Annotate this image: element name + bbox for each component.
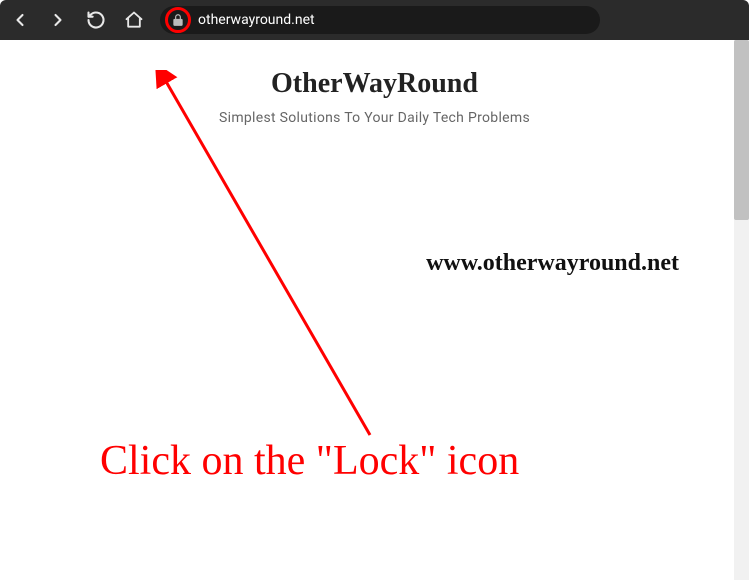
scrollbar[interactable] (734, 40, 749, 580)
watermark-text: www.otherwayround.net (426, 250, 679, 277)
browser-toolbar: otherwayround.net (0, 0, 749, 40)
forward-button[interactable] (46, 8, 70, 32)
url-text: otherwayround.net (198, 12, 315, 28)
back-button[interactable] (8, 8, 32, 32)
annotation-arrow (140, 70, 420, 450)
annotation-instruction: Click on the "Lock" icon (100, 437, 519, 485)
reload-button[interactable] (84, 8, 108, 32)
home-button[interactable] (122, 8, 146, 32)
site-tagline: Simplest Solutions To Your Daily Tech Pr… (0, 110, 749, 126)
page-content: OtherWayRound Simplest Solutions To Your… (0, 40, 749, 580)
scrollbar-thumb[interactable] (734, 40, 749, 220)
lock-icon-wrapper[interactable] (166, 8, 190, 32)
address-bar[interactable]: otherwayround.net (160, 6, 600, 34)
annotation-circle (165, 7, 191, 33)
site-title: OtherWayRound (0, 68, 749, 100)
